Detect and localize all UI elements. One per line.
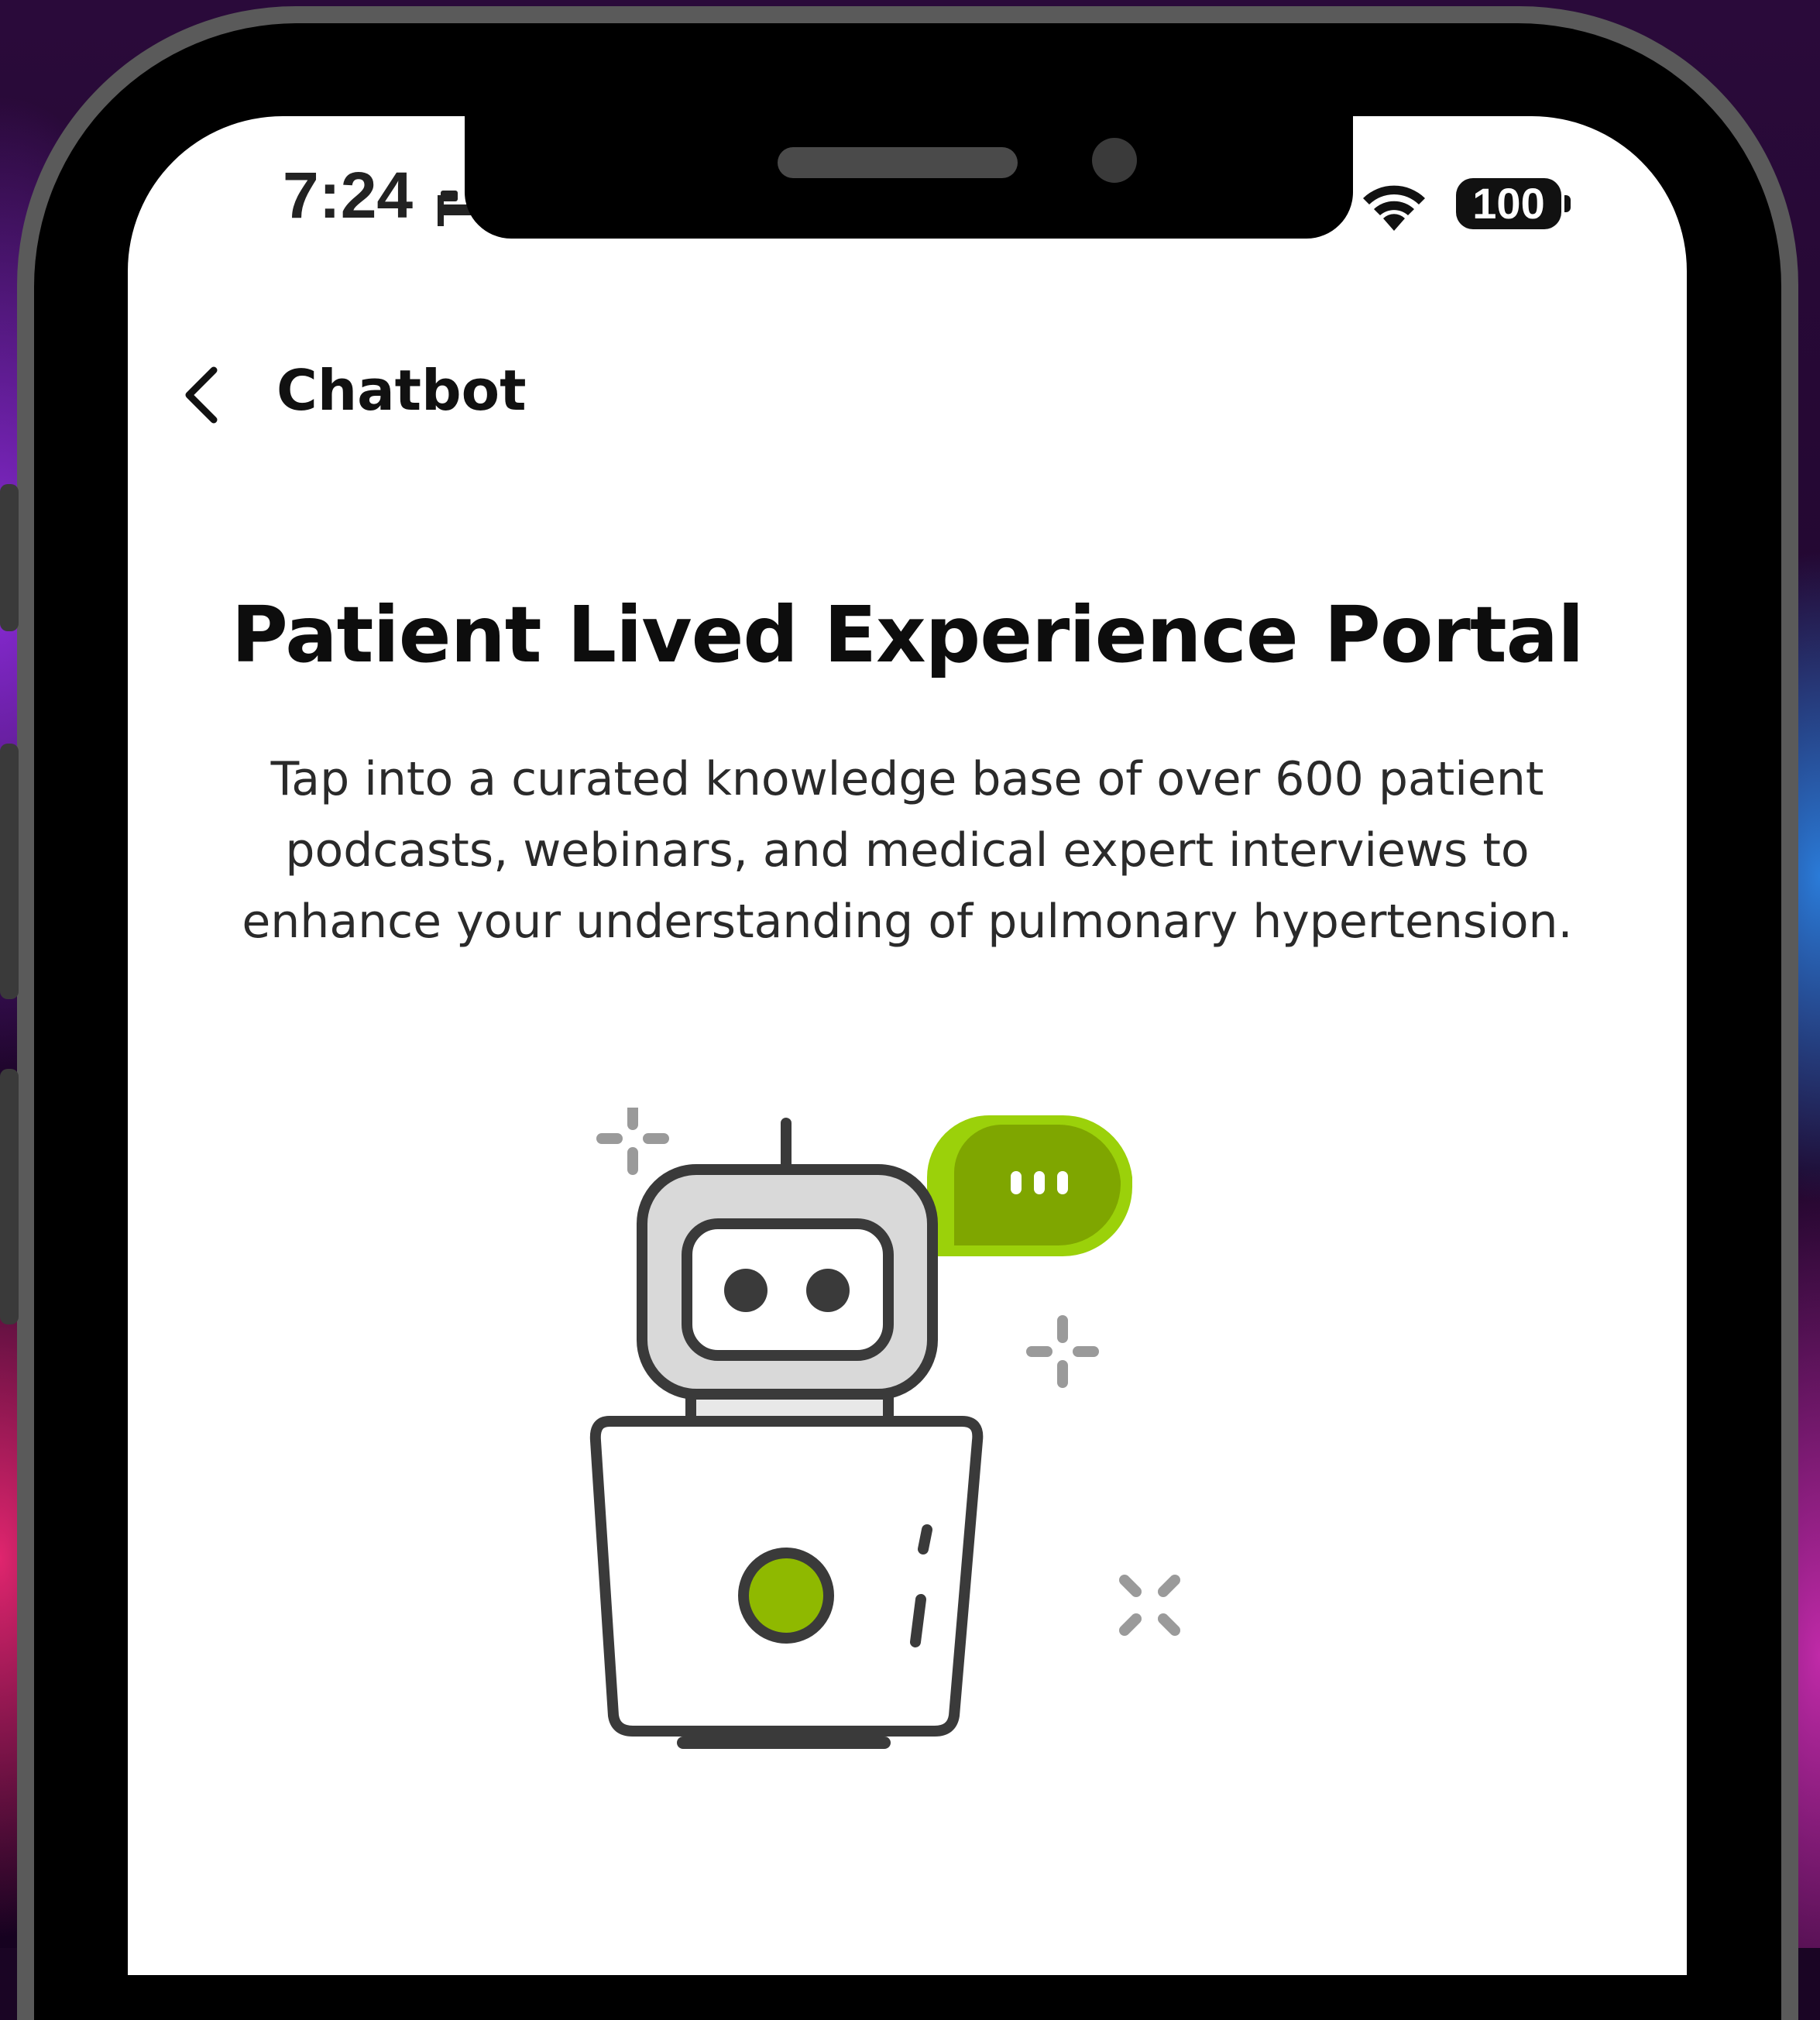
phone-side-button <box>0 744 19 999</box>
wifi-icon <box>1363 185 1425 231</box>
speech-bubble-icon <box>927 1115 1133 1256</box>
status-time: 7:24 <box>283 159 414 232</box>
portal-description: Tap into a curated knowledge base of ove… <box>242 752 1573 949</box>
app-screen: 7:24 100 Chatbot Patient Lived Experienc… <box>128 116 1687 1975</box>
battery-tip <box>1564 195 1571 212</box>
header-title: Chatbot <box>276 358 527 423</box>
sparkle-icon <box>1026 1315 1099 1388</box>
battery-indicator: 100 <box>1456 178 1561 229</box>
back-button[interactable] <box>167 356 236 434</box>
sparkle-icon <box>596 1108 669 1175</box>
phone-side-button <box>0 484 19 631</box>
page-title: Patient Lived Experience Portal <box>231 589 1585 680</box>
phone-notch <box>465 116 1353 239</box>
robot-eye <box>806 1269 850 1312</box>
chevron-left-icon <box>185 366 218 424</box>
chatbot-robot-illustration <box>589 1108 1180 1749</box>
phone-side-button <box>0 1069 19 1324</box>
sparkle-icon <box>1119 1575 1180 1636</box>
robot-eye <box>724 1269 767 1312</box>
speaker-grille <box>778 147 1018 178</box>
front-camera <box>1092 138 1137 183</box>
